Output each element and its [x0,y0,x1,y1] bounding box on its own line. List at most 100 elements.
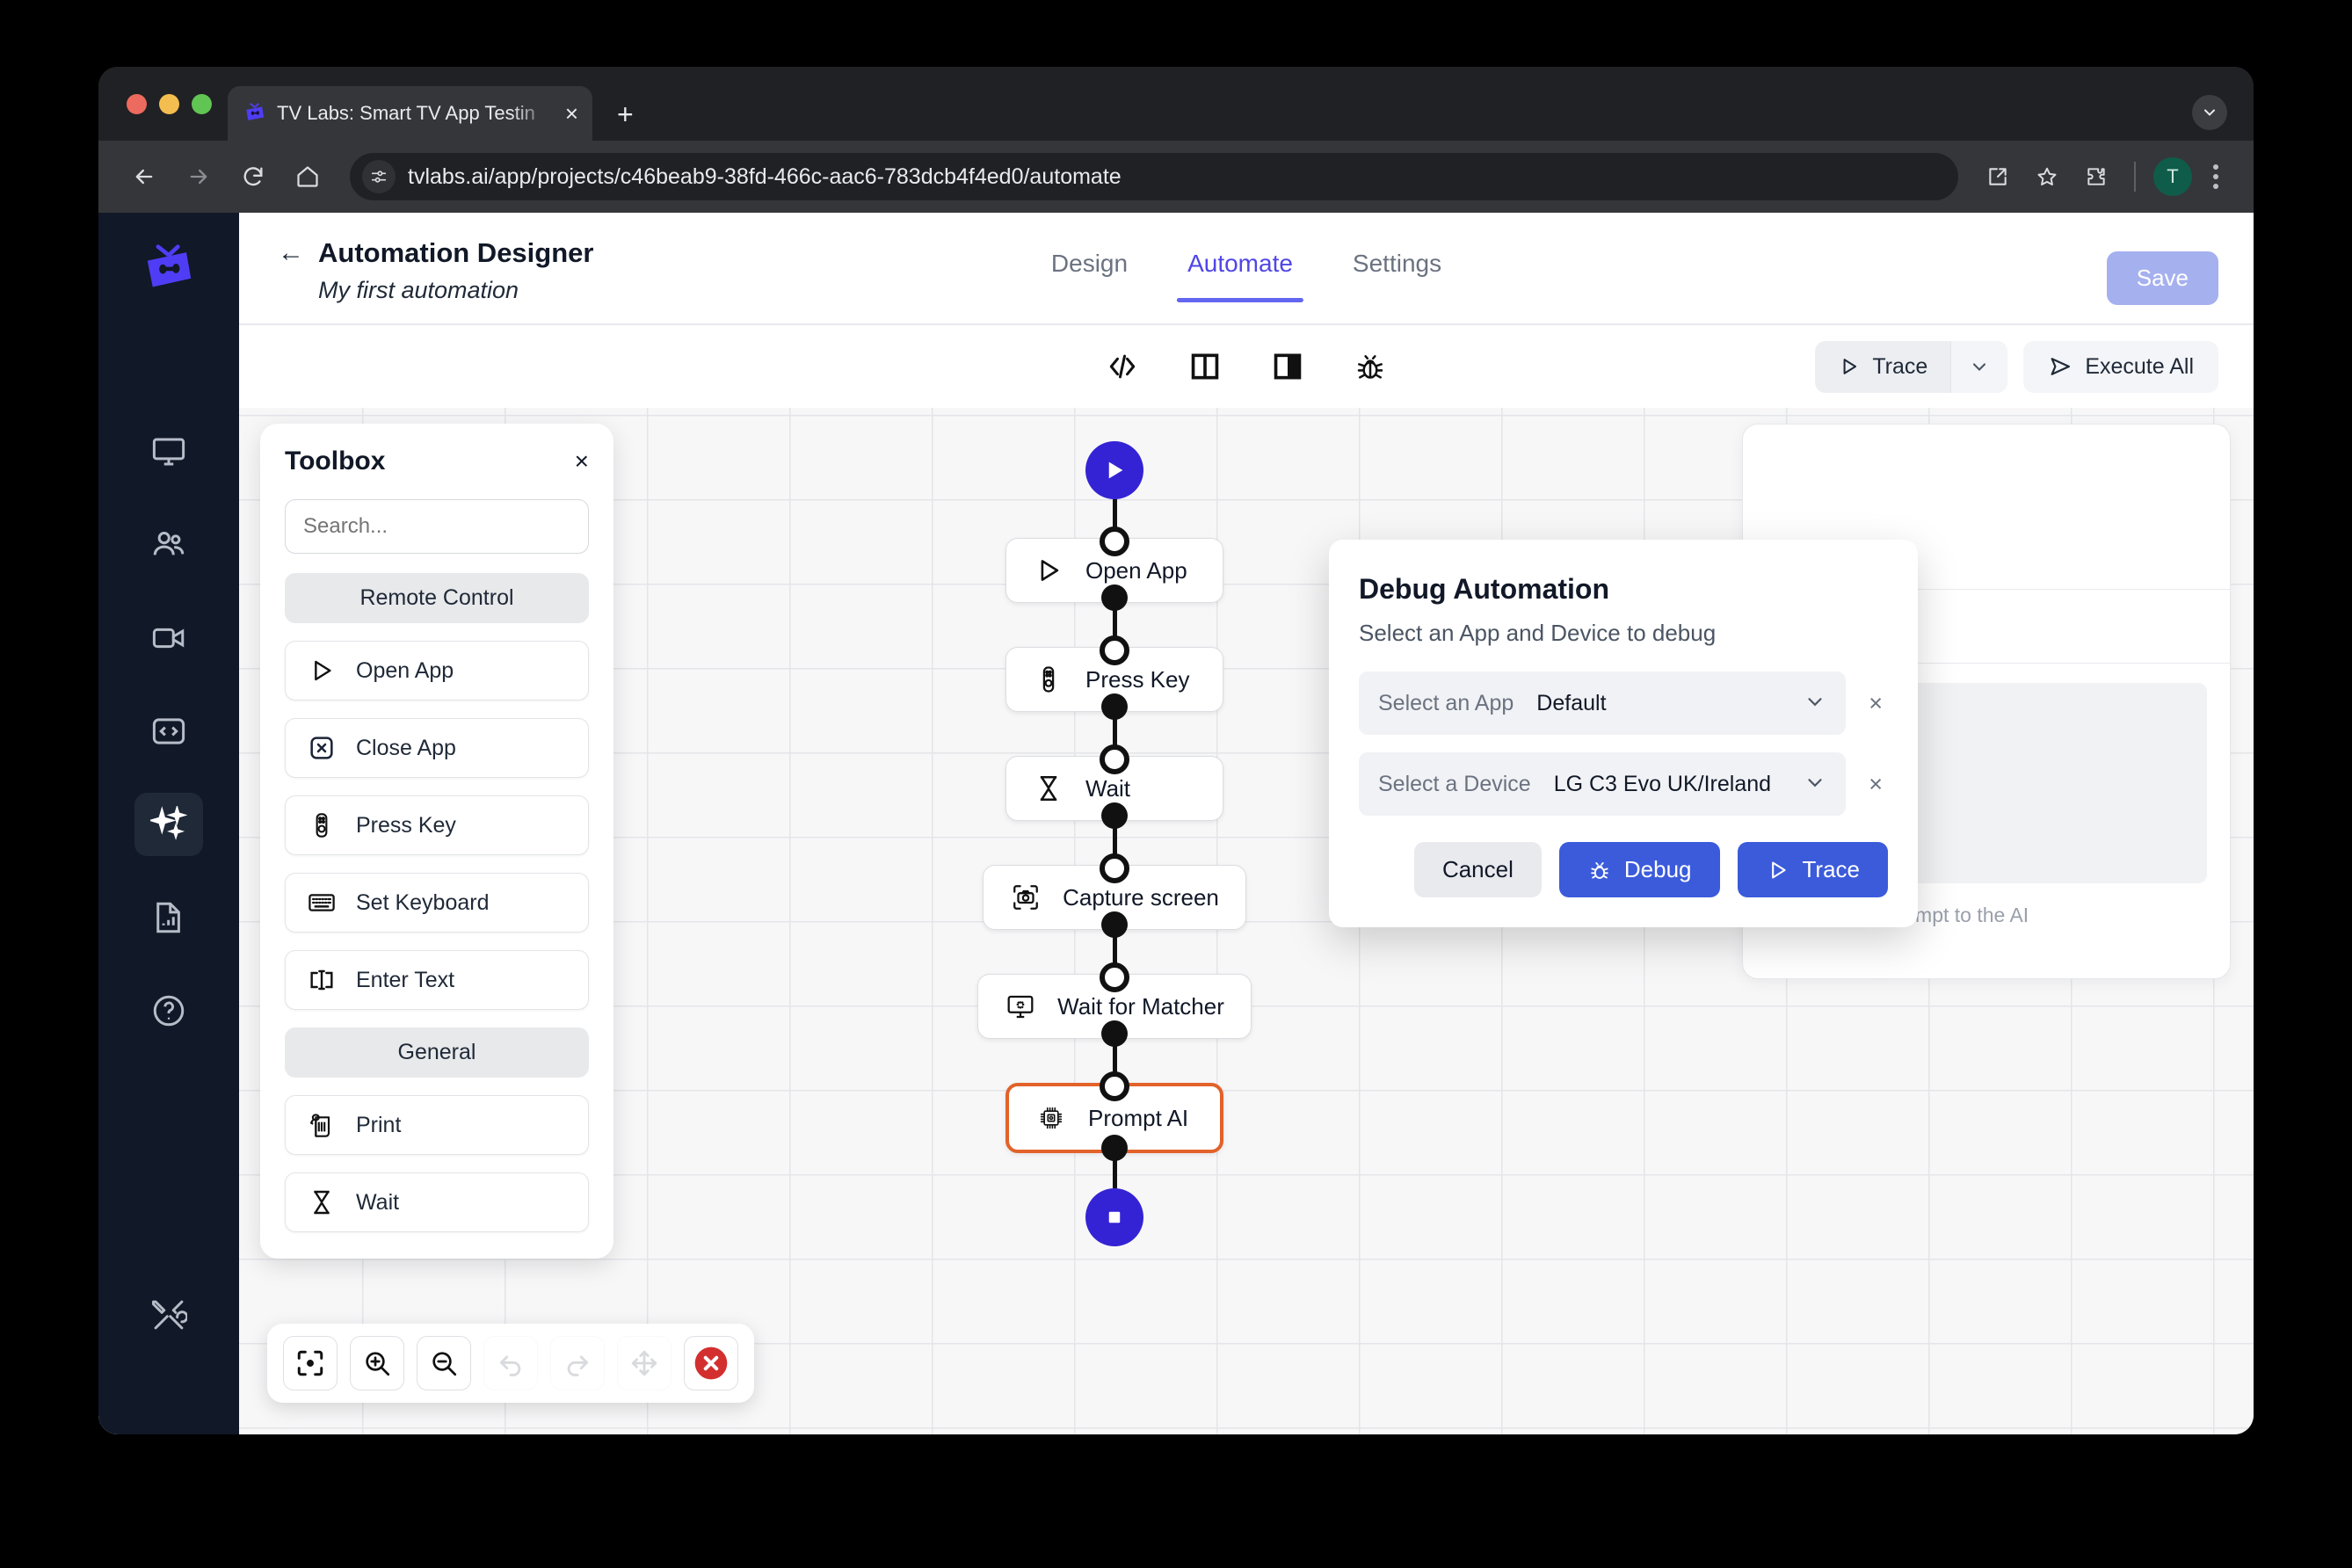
half-panel-icon[interactable] [1269,348,1306,385]
close-icon[interactable]: × [575,449,589,474]
dialog-trace-button[interactable]: Trace [1737,842,1888,897]
close-window-button[interactable] [127,93,147,114]
end-node[interactable] [1085,1188,1143,1246]
node-input-handle[interactable] [1100,744,1129,774]
extensions-puzzle-icon[interactable] [2076,156,2116,197]
sidebar-item-automations[interactable] [134,793,203,856]
start-node[interactable] [1085,441,1143,499]
delete-button[interactable] [684,1336,738,1390]
flow-node-label: Wait for Matcher [1057,992,1224,1020]
toolbox-item-press-key[interactable]: Press Key [285,795,589,855]
automation-canvas[interactable]: Toolbox × Remote Control Open App [239,408,2254,1434]
browser-tab[interactable]: TV Labs: Smart TV App Testin × [228,86,592,141]
reload-icon[interactable] [230,154,276,200]
select-app-dropdown[interactable]: Select an App Default [1359,671,1847,735]
tab-settings[interactable]: Settings [1353,250,1441,302]
node-output-handle[interactable] [1101,911,1128,938]
select-device-dropdown[interactable]: Select a Device LG C3 Evo UK/Ireland [1359,752,1847,816]
address-bar[interactable]: tvlabs.ai/app/projects/c46beab9-38fd-466… [350,153,1958,200]
toolbox-group-general[interactable]: General [285,1027,589,1078]
dialog-actions: Cancel Debug Trace [1359,842,1888,897]
app-header: ← Automation Designer My first automatio… [239,213,2254,323]
toolbox-item-print[interactable]: Print [285,1095,589,1155]
open-in-new-icon[interactable] [1978,156,2018,197]
back-arrow-icon[interactable]: ← [278,240,304,266]
toolbox-item-enter-text[interactable]: Enter Text [285,950,589,1010]
new-tab-button[interactable]: + [617,100,634,128]
node-input-handle[interactable] [1100,526,1129,556]
editor-actions: Trace Execute All [1815,340,2218,393]
toolbox-item-close-app[interactable]: Close App [285,718,589,778]
select-app-label: Select an App [1378,690,1514,715]
cancel-button[interactable]: Cancel [1413,842,1542,897]
maximize-window-button[interactable] [192,93,212,114]
redo-button[interactable] [550,1336,605,1390]
sidebar-item-tools[interactable] [134,1283,203,1347]
fit-view-button[interactable] [283,1336,338,1390]
toolbox-group-remote-control[interactable]: Remote Control [285,573,589,623]
app-main: ← Automation Designer My first automatio… [239,213,2254,1434]
back-icon[interactable] [121,154,167,200]
execute-all-button[interactable]: Execute All [2023,340,2218,393]
chevron-down-icon[interactable] [2192,95,2227,130]
zoom-out-button[interactable] [417,1336,471,1390]
sidebar-item-reports[interactable] [134,886,203,949]
save-button[interactable]: Save [2106,251,2218,305]
flow-edge [1112,826,1117,856]
sidebar-item-code[interactable] [134,700,203,763]
toolbox-item-open-app[interactable]: Open App [285,641,589,701]
browser-tab-title: TV Labs: Smart TV App Testin [277,102,535,124]
clear-app-icon[interactable]: × [1863,691,1888,715]
editor-toolbar: Trace Execute All [239,325,2254,408]
editor-view-icons [1104,348,1389,385]
trace-dropdown-chevron-down-icon[interactable] [1950,340,2008,393]
node-output-handle[interactable] [1101,1135,1128,1161]
address-bar-url: tvlabs.ai/app/projects/c46beab9-38fd-466… [408,163,1122,189]
node-output-handle[interactable] [1101,584,1128,611]
tab-design[interactable]: Design [1051,250,1128,302]
toolbox-header: Toolbox × [285,446,589,476]
node-output-handle[interactable] [1101,802,1128,829]
toolbox-item-label: Enter Text [356,967,455,992]
node-input-handle[interactable] [1100,962,1129,992]
forward-icon[interactable] [176,154,221,200]
minimize-window-button[interactable] [159,93,179,114]
fit-content-button[interactable] [617,1336,671,1390]
node-input-handle[interactable] [1100,1071,1129,1101]
trace-button[interactable]: Trace [1815,341,1950,393]
chevron-down-icon[interactable] [1804,771,1826,798]
zoom-in-button[interactable] [350,1336,404,1390]
flow-edge [1112,717,1117,747]
node-input-handle[interactable] [1100,853,1129,883]
tab-automate[interactable]: Automate [1177,250,1303,302]
chevron-down-icon[interactable] [1804,690,1826,717]
toolbox-title: Toolbox [285,446,386,475]
toolbox-item-wait[interactable]: Wait [285,1172,589,1232]
bug-icon[interactable] [1352,348,1389,385]
undo-button[interactable] [483,1336,538,1390]
sidebar-item-sessions[interactable] [134,606,203,670]
sidebar-item-devices[interactable] [134,420,203,483]
sidebar-item-team[interactable] [134,513,203,577]
avatar[interactable]: T [2153,157,2192,196]
automation-name: My first automation [318,277,519,303]
code-view-icon[interactable] [1104,348,1141,385]
sidebar-item-help[interactable] [134,979,203,1042]
clear-device-icon[interactable]: × [1863,772,1888,796]
node-output-handle[interactable] [1101,693,1128,720]
node-input-handle[interactable] [1100,635,1129,665]
toolbox-item-set-keyboard[interactable]: Set Keyboard [285,873,589,933]
site-settings-icon[interactable] [362,160,396,193]
tv-favicon [243,102,266,125]
toolbox-item-label: Wait [356,1189,400,1215]
page-title-block: ← Automation Designer My first automatio… [278,237,593,304]
home-icon[interactable] [285,154,330,200]
node-output-handle[interactable] [1101,1020,1128,1047]
split-panel-icon[interactable] [1187,348,1223,385]
debug-button[interactable]: Debug [1558,842,1720,897]
browser-menu-icon[interactable] [2201,164,2231,189]
bookmark-star-icon[interactable] [2027,156,2067,197]
tvlabs-logo[interactable] [142,243,196,297]
search-input[interactable] [285,499,589,554]
close-icon[interactable]: × [565,102,578,125]
